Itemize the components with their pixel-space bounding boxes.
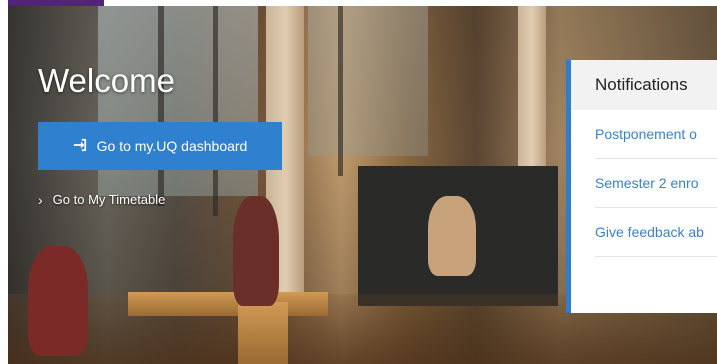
notification-link[interactable]: Postponement o: [595, 110, 717, 159]
page: Welcome Go to my.UQ dashboard › Go to My…: [0, 0, 717, 364]
my-uq-dashboard-label: Go to my.UQ dashboard: [96, 138, 248, 154]
notification-link[interactable]: Semester 2 enro: [595, 159, 717, 208]
sign-in-icon: [73, 138, 87, 155]
notifications-list: Postponement o Semester 2 enro Give feed…: [571, 110, 717, 257]
notification-link[interactable]: Give feedback ab: [595, 208, 717, 257]
notifications-panel: Notifications Postponement o Semester 2 …: [566, 60, 717, 313]
page-title: Welcome: [38, 62, 175, 99]
my-timetable-label: Go to My Timetable: [52, 192, 166, 207]
my-timetable-link[interactable]: › Go to My Timetable: [38, 192, 165, 207]
chevron-right-icon: ›: [38, 191, 43, 208]
notifications-title: Notifications: [571, 60, 717, 110]
my-uq-dashboard-button[interactable]: Go to my.UQ dashboard: [38, 122, 282, 170]
